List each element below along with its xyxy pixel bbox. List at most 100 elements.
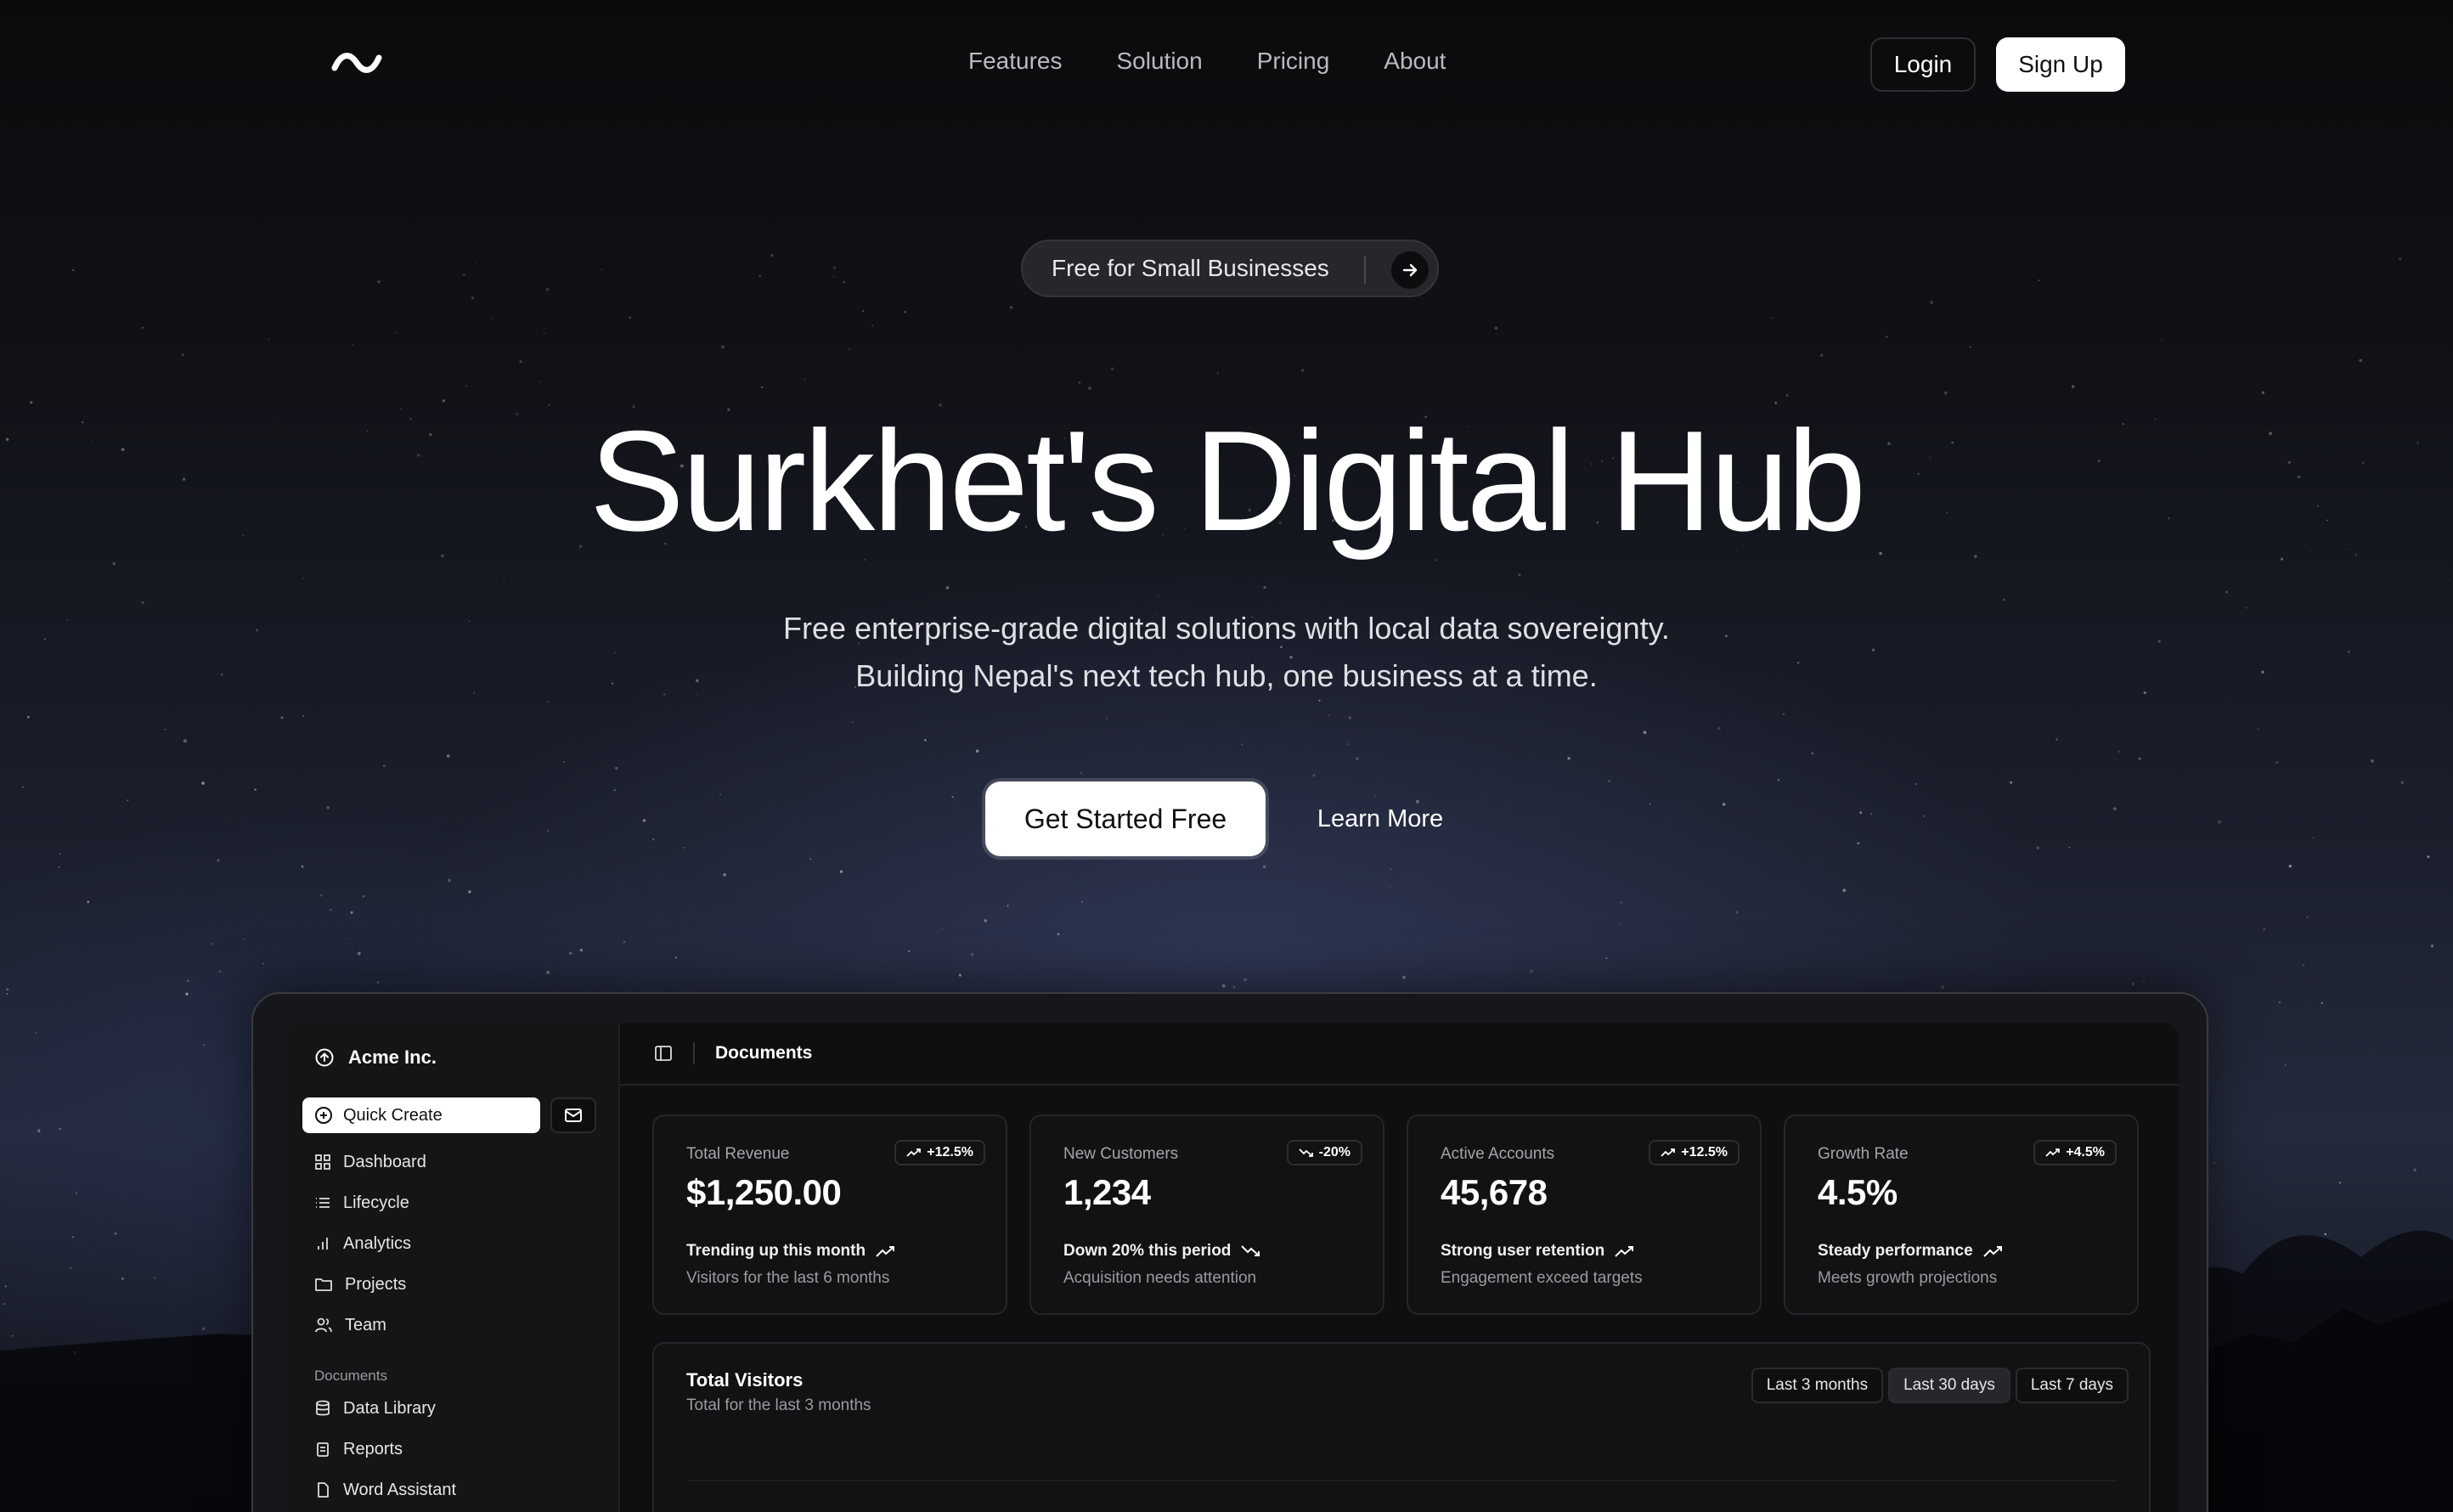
- star: [448, 878, 451, 883]
- star: [1857, 842, 1860, 845]
- star: [382, 764, 386, 767]
- star: [984, 919, 987, 922]
- metric-card-growth-rate: Growth Rate +4.5% 4.5% Steady performanc…: [1784, 1114, 2139, 1315]
- range-toggle-3-months[interactable]: Last 3 months: [1751, 1368, 1884, 1403]
- brand[interactable]: Acme Inc.: [314, 1047, 437, 1069]
- star: [651, 838, 655, 841]
- star: [302, 578, 304, 579]
- star: [719, 793, 721, 795]
- star: [114, 1232, 117, 1235]
- sidebar-item-projects[interactable]: Projects: [314, 1264, 595, 1305]
- file-icon: [318, 1482, 329, 1498]
- sidebar-item-analytics[interactable]: Analytics: [314, 1223, 595, 1264]
- metric-summary: Down 20% this period: [1063, 1242, 1261, 1261]
- brand-name: Acme Inc.: [348, 1047, 437, 1068]
- sidebar-item-word-assistant[interactable]: Word Assistant: [314, 1470, 595, 1510]
- star: [1263, 585, 1266, 590]
- star: [219, 970, 222, 973]
- star: [2371, 759, 2374, 763]
- star: [121, 1277, 124, 1280]
- star: [72, 1236, 74, 1238]
- star: [2263, 928, 2265, 930]
- sidebar-item-lifecycle[interactable]: Lifecycle: [314, 1182, 595, 1223]
- sidebar-item-reports[interactable]: Reports: [314, 1429, 595, 1470]
- star: [6, 993, 8, 995]
- nav-link-about[interactable]: About: [1384, 48, 1446, 75]
- star: [760, 386, 764, 389]
- star: [1232, 985, 1236, 989]
- star: [2010, 781, 2013, 784]
- star: [945, 586, 950, 590]
- sidebar-item-team[interactable]: Team: [314, 1305, 595, 1346]
- mail-icon[interactable]: [550, 1097, 596, 1133]
- plus-circle-icon: [315, 1107, 332, 1124]
- trending-up-icon: [1661, 1148, 1676, 1157]
- star: [2038, 279, 2040, 282]
- signup-button[interactable]: Sign Up: [1996, 37, 2125, 92]
- star: [4, 1285, 8, 1288]
- nav-link-features[interactable]: Features: [968, 48, 1063, 75]
- star: [503, 580, 505, 582]
- star: [623, 940, 626, 944]
- star: [471, 296, 475, 300]
- login-button[interactable]: Login: [1870, 37, 1976, 92]
- star: [1312, 774, 1316, 777]
- trending-down-icon: [1299, 1148, 1313, 1157]
- star: [1735, 911, 1739, 914]
- star: [1649, 803, 1651, 805]
- star: [2324, 1233, 2326, 1236]
- announcement-pill[interactable]: Free for Small Businesses: [1021, 240, 1439, 297]
- star: [1328, 714, 1330, 716]
- sidebar-item-dashboard[interactable]: Dashboard: [314, 1142, 595, 1182]
- star: [1811, 752, 1813, 754]
- dashboard-app: Acme Inc. Quick Create Dashboard Lifecyc…: [282, 1023, 2180, 1512]
- star: [87, 900, 90, 904]
- tilde-wave-logo-icon[interactable]: [331, 48, 382, 78]
- get-started-button[interactable]: Get Started Free: [985, 781, 1266, 856]
- arrow-right-icon[interactable]: [1391, 251, 1429, 289]
- metric-summary: Trending up this month: [686, 1242, 896, 1261]
- star: [2400, 781, 2405, 785]
- star: [601, 268, 603, 271]
- trend-badge-value: +12.5%: [927, 1145, 973, 1159]
- trend-badge: +12.5%: [1649, 1140, 1740, 1165]
- star: [1241, 743, 1243, 745]
- star: [1356, 757, 1359, 760]
- star: [1216, 372, 1219, 375]
- star: [546, 970, 550, 974]
- star: [547, 830, 550, 832]
- nav-link-pricing[interactable]: Pricing: [1257, 48, 1330, 75]
- star: [18, 977, 20, 979]
- quick-create-button[interactable]: Quick Create: [302, 1097, 540, 1133]
- star: [463, 274, 465, 276]
- chart-gridline: [686, 1480, 2117, 1481]
- star: [2071, 385, 2075, 388]
- learn-more-link[interactable]: Learn More: [1291, 781, 1469, 856]
- range-toggle-30-days[interactable]: Last 30 days: [1888, 1368, 2010, 1403]
- star: [1608, 780, 1611, 783]
- database-icon: [316, 1400, 330, 1416]
- star: [468, 890, 471, 894]
- star: [2285, 1064, 2287, 1066]
- nav-link-solution[interactable]: Solution: [1117, 48, 1203, 75]
- sidebar: Acme Inc. Quick Create Dashboard Lifecyc…: [282, 1023, 618, 1512]
- star: [377, 280, 381, 284]
- star: [1078, 381, 1081, 384]
- star: [183, 739, 187, 743]
- total-visitors-panel: Total Visitors Total for the last 3 mont…: [652, 1342, 2151, 1512]
- page-title: Documents: [715, 1043, 813, 1063]
- star: [871, 324, 874, 327]
- sidebar-toggle-icon[interactable]: [654, 1044, 673, 1063]
- star: [723, 873, 726, 877]
- star: [2306, 916, 2309, 918]
- star: [569, 951, 572, 955]
- range-toggle-7-days[interactable]: Last 7 days: [2015, 1368, 2129, 1403]
- sidebar-item-data-library[interactable]: Data Library: [314, 1388, 595, 1429]
- star: [615, 766, 618, 770]
- metric-summary-text: Strong user retention: [1441, 1242, 1605, 1260]
- star: [1080, 771, 1083, 775]
- trending-up-icon: [1982, 1246, 2002, 1257]
- star: [1842, 889, 1847, 892]
- star: [1567, 757, 1570, 760]
- metric-summary: Steady performance: [1818, 1242, 2004, 1261]
